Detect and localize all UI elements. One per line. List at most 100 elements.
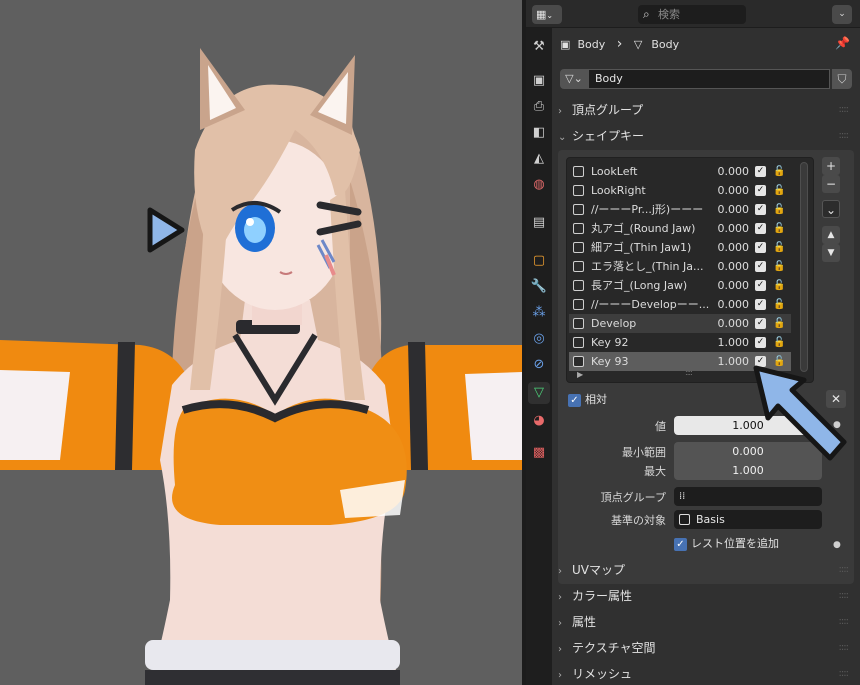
mute-checkbox[interactable]: ✓ — [755, 223, 766, 234]
tool-icon[interactable]: ⚒ — [528, 36, 550, 58]
shape-key-value[interactable]: 0.000 — [707, 314, 750, 333]
shape-key-row[interactable]: LookRight 0.000 ✓ 🔓 — [569, 181, 791, 200]
shape-key-icon — [573, 204, 584, 215]
drag-grip-icon[interactable]: :::: — [839, 124, 850, 148]
remove-shape-key-button[interactable]: − — [822, 175, 840, 193]
mute-checkbox[interactable]: ✓ — [755, 337, 766, 348]
drag-grip-icon[interactable]: :::: — [839, 636, 850, 660]
3d-viewport[interactable] — [0, 0, 522, 685]
render-icon[interactable]: ▣ — [528, 70, 550, 92]
drag-grip-icon[interactable]: :::: — [839, 610, 850, 634]
panel-color-attributes[interactable]: › カラー属性 :::: — [558, 584, 854, 608]
shape-key-value[interactable]: 0.000 — [707, 181, 750, 200]
add-rest-position-toggle[interactable]: ✓ レスト位置を追加 — [674, 536, 779, 552]
shape-key-value[interactable]: 0.000 — [707, 162, 750, 181]
unlock-icon[interactable]: 🔓 — [773, 333, 785, 352]
unlock-icon[interactable]: 🔓 — [773, 257, 785, 276]
mute-checkbox[interactable]: ✓ — [755, 261, 766, 272]
material-icon[interactable]: ◕ — [528, 410, 550, 432]
shape-key-row[interactable]: 長アゴ_(Long Jaw) 0.000 ✓ 🔓 — [569, 276, 791, 295]
shape-key-row[interactable]: //ーーーPr...j形)ーーー 0.000 ✓ 🔓 — [569, 200, 791, 219]
particles-icon[interactable]: ⁂ — [528, 302, 550, 324]
shape-key-row[interactable]: 細アゴ_(Thin Jaw1) 0.000 ✓ 🔓 — [569, 238, 791, 257]
list-resize-grip-icon[interactable]: :::: — [685, 368, 693, 377]
collection-icon[interactable]: ▤ — [528, 212, 550, 234]
search-field[interactable]: ⌕ 検索 — [638, 5, 746, 24]
panel-attributes[interactable]: › 属性 :::: — [558, 610, 854, 634]
constraints-icon[interactable]: ⊘ — [528, 354, 550, 376]
character-render — [0, 48, 522, 685]
drag-grip-icon[interactable]: :::: — [839, 662, 850, 685]
mesh-browse-button[interactable]: ▽⌄ — [560, 69, 588, 89]
shape-key-row[interactable]: //ーーーDevelopーー... 0.000 ✓ 🔓 — [569, 295, 791, 314]
filter-toggle-icon[interactable]: ▶ — [577, 370, 583, 379]
unlock-icon[interactable]: 🔓 — [773, 200, 785, 219]
mute-checkbox[interactable]: ✓ — [755, 242, 766, 253]
shape-key-row[interactable]: LookLeft 0.000 ✓ 🔓 — [569, 162, 791, 181]
drag-grip-icon[interactable]: :::: — [839, 98, 850, 122]
list-scrollbar[interactable] — [800, 162, 808, 372]
move-down-button[interactable]: ▼ — [822, 244, 840, 262]
editor-type-button[interactable]: ▦⌄ — [532, 5, 562, 24]
shape-key-value[interactable]: 0.000 — [707, 257, 750, 276]
mute-checkbox[interactable]: ✓ — [755, 299, 766, 310]
fake-user-shield-icon[interactable]: ⛉ — [832, 69, 852, 89]
scene-icon[interactable]: ◭ — [528, 148, 550, 170]
panel-uv-maps[interactable]: › UVマップ :::: — [558, 558, 854, 582]
checkbox-checked-icon[interactable]: ✓ — [568, 393, 581, 407]
unlock-icon[interactable]: 🔓 — [773, 219, 785, 238]
mesh-name-field[interactable]: Body — [588, 69, 830, 89]
view-layer-icon[interactable]: ◧ — [528, 122, 550, 144]
add-shape-key-button[interactable]: + — [822, 157, 840, 175]
shape-key-list[interactable]: LookLeft 0.000 ✓ 🔓 LookRight 0.000 ✓ 🔓 /… — [566, 157, 814, 383]
checkbox-checked-icon[interactable]: ✓ — [674, 537, 687, 551]
shape-key-value[interactable]: 1.000 — [707, 333, 750, 352]
panel-vertex-groups[interactable]: › 頂点グループ :::: — [558, 98, 854, 122]
physics-icon[interactable]: ◎ — [528, 328, 550, 350]
mute-checkbox[interactable]: ✓ — [755, 185, 766, 196]
shape-key-row[interactable]: エラ落とし_(Thin Ja... 0.000 ✓ 🔓 — [569, 257, 791, 276]
texture-icon[interactable]: ▩ — [528, 442, 550, 464]
mute-checkbox[interactable]: ✓ — [755, 166, 766, 177]
shape-key-value[interactable]: 1.000 — [707, 352, 750, 371]
chevron-down-icon: ⌄ — [546, 11, 554, 20]
modifier-icon[interactable]: 🔧 — [528, 276, 550, 298]
relative-toggle[interactable]: ✓ 相対 — [568, 392, 607, 408]
shape-key-name: //ーーーPr...j形)ーーー — [591, 203, 704, 216]
drag-grip-icon[interactable]: :::: — [839, 558, 850, 582]
object-data-icon[interactable]: ▽ — [528, 382, 550, 404]
panel-texture-space[interactable]: › テクスチャ空間 :::: — [558, 636, 854, 660]
mute-checkbox[interactable]: ✓ — [755, 280, 766, 291]
options-dropdown[interactable]: ⌄ — [832, 5, 852, 24]
relative-to-field[interactable]: Basis — [674, 510, 822, 529]
output-icon[interactable]: ⎙ — [528, 96, 550, 118]
shape-key-value[interactable]: 0.000 — [707, 276, 750, 295]
shape-key-specials-button[interactable]: ⌄ — [822, 200, 840, 218]
shape-key-value[interactable]: 0.000 — [707, 238, 750, 257]
shape-key-value[interactable]: 0.000 — [707, 219, 750, 238]
panel-remesh[interactable]: › リメッシュ :::: — [558, 662, 854, 685]
unlock-icon[interactable]: 🔓 — [773, 162, 785, 181]
shape-key-row[interactable]: Key 92 1.000 ✓ 🔓 — [569, 333, 791, 352]
mute-checkbox[interactable]: ✓ — [755, 318, 766, 329]
chevron-right-icon: › — [558, 670, 562, 681]
vertex-group-field[interactable]: ⁞⁞ — [674, 487, 822, 506]
move-up-button[interactable]: ▲ — [822, 226, 840, 244]
unlock-icon[interactable]: 🔓 — [773, 314, 785, 333]
world-icon[interactable]: ◍ — [528, 174, 550, 196]
unlock-icon[interactable]: 🔓 — [773, 276, 785, 295]
shape-key-row[interactable]: 丸アゴ_(Round Jaw) 0.000 ✓ 🔓 — [569, 219, 791, 238]
shape-key-value[interactable]: 0.000 — [707, 295, 750, 314]
unlock-icon[interactable]: 🔓 — [773, 238, 785, 257]
panel-shape-keys[interactable]: ⌄ シェイプキー :::: — [558, 124, 854, 148]
unlock-icon[interactable]: 🔓 — [773, 295, 785, 314]
pin-icon[interactable]: 📌 — [835, 36, 850, 50]
keyframe-dot-icon[interactable]: ● — [833, 540, 841, 550]
panel-color-attributes-label: カラー属性 — [572, 589, 633, 603]
shape-key-row[interactable]: Develop 0.000 ✓ 🔓 — [569, 314, 791, 333]
object-icon[interactable]: ▢ — [528, 250, 550, 272]
shape-key-value[interactable]: 0.000 — [707, 200, 750, 219]
drag-grip-icon[interactable]: :::: — [839, 584, 850, 608]
mute-checkbox[interactable]: ✓ — [755, 204, 766, 215]
unlock-icon[interactable]: 🔓 — [773, 181, 785, 200]
